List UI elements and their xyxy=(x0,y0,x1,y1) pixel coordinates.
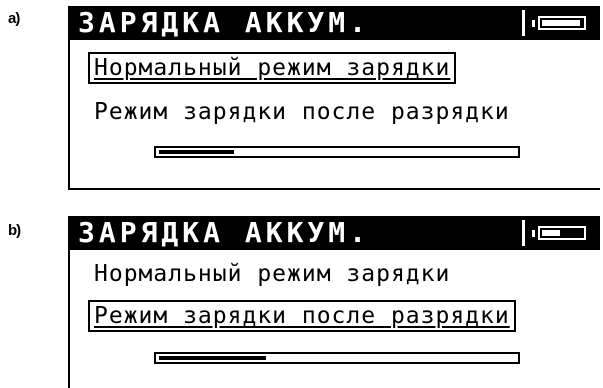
charging-screen-a: ЗАРЯДКА АККУМ. Нормальный режим зарядки … xyxy=(68,6,600,190)
screen-title: ЗАРЯДКА АККУМ. xyxy=(78,6,371,39)
battery-icon xyxy=(532,14,592,32)
battery-level-fill xyxy=(542,20,580,26)
option-charging-after-discharge[interactable]: Режим зарядки после разрядки xyxy=(88,300,516,332)
progress-fill xyxy=(159,150,234,154)
option-normal-charging[interactable]: Нормальный режим зарядки xyxy=(90,260,454,288)
charging-screen-b: ЗАРЯДКА АККУМ. Нормальный режим зарядки … xyxy=(68,216,600,388)
panel-b-tag: b) xyxy=(8,222,21,239)
panel-a-tag: a) xyxy=(8,10,20,27)
charging-progress-bar xyxy=(154,146,520,158)
option-charging-after-discharge[interactable]: Режим зарядки после разрядки xyxy=(90,98,514,126)
title-separator xyxy=(522,10,525,36)
title-separator xyxy=(522,220,525,246)
title-bar: ЗАРЯДКА АККУМ. xyxy=(70,6,600,40)
charging-progress-bar xyxy=(154,352,520,364)
battery-icon xyxy=(532,224,592,242)
battery-level-fill xyxy=(542,230,560,236)
screen-title: ЗАРЯДКА АККУМ. xyxy=(78,216,371,249)
progress-fill xyxy=(159,356,266,360)
option-normal-charging[interactable]: Нормальный режим зарядки xyxy=(87,52,457,84)
title-bar: ЗАРЯДКА АККУМ. xyxy=(70,216,600,250)
